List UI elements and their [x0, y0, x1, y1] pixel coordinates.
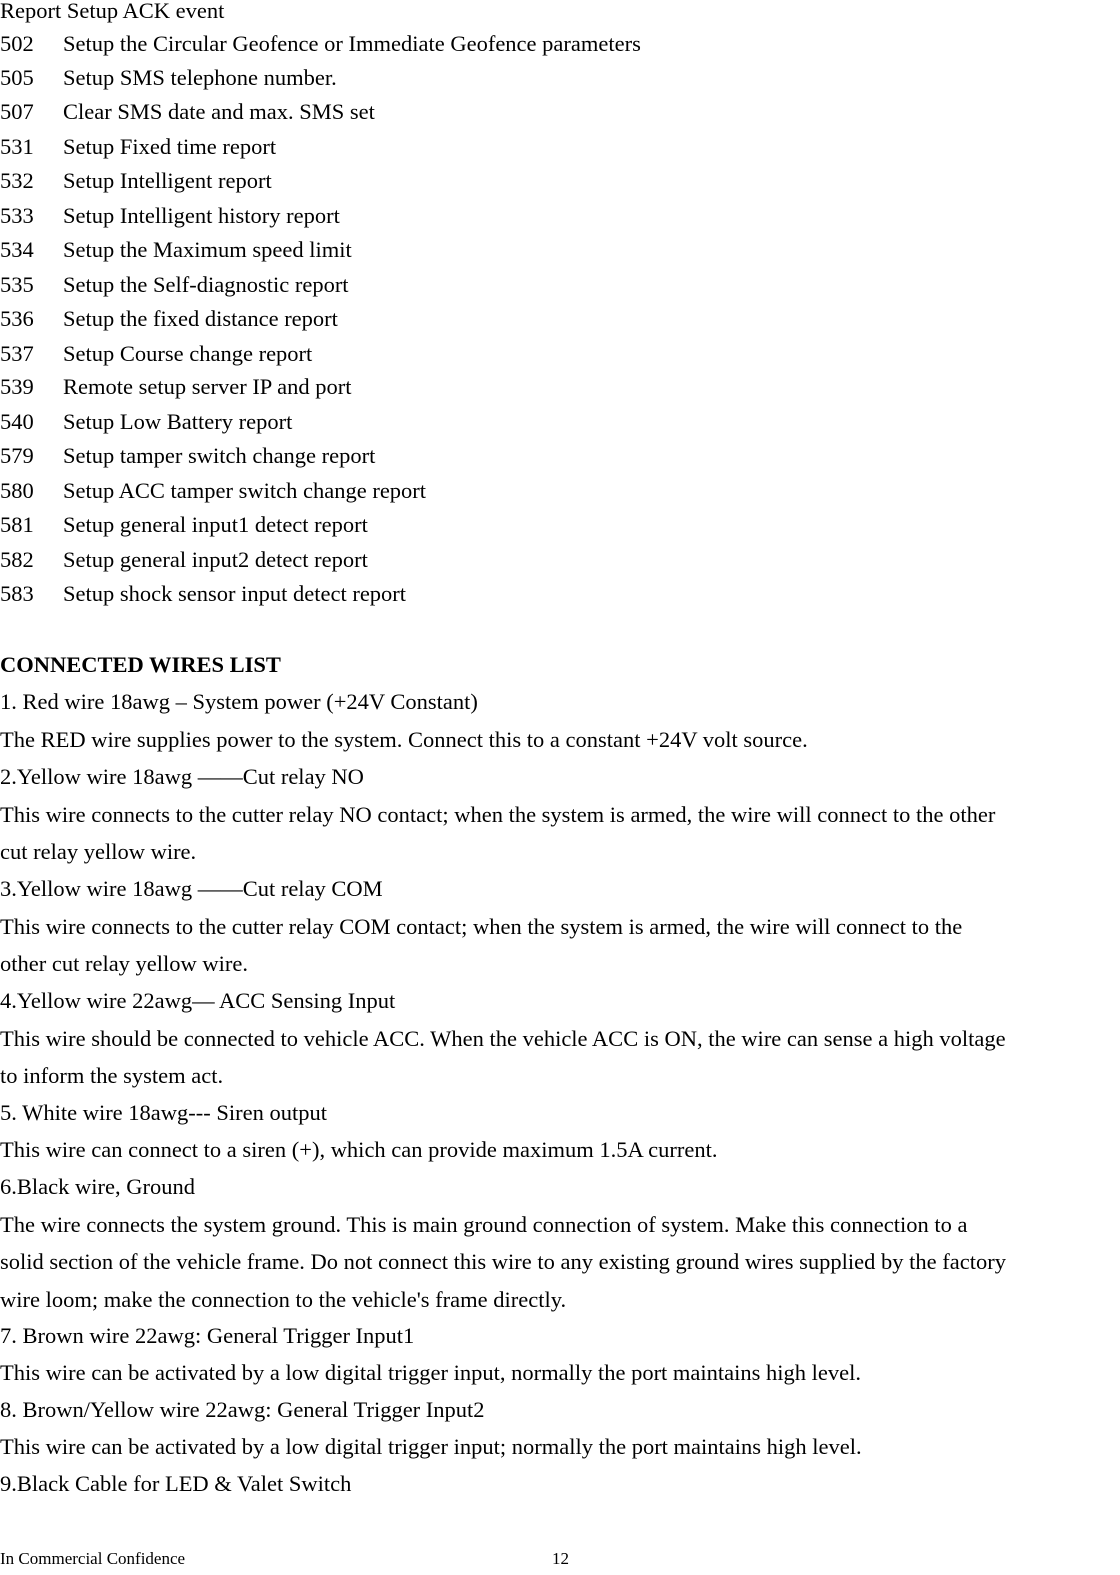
code-description: Setup Intelligent history report	[63, 203, 340, 228]
wire-item-description: This wire can be activated by a low digi…	[0, 1360, 862, 1385]
footer-confidentiality: In Commercial Confidence	[0, 1549, 186, 1568]
code-description: Setup shock sensor input detect report	[63, 581, 407, 606]
wire-item-description: This wire can connect to a siren (+), wh…	[0, 1137, 718, 1162]
code-number: 579	[0, 443, 34, 468]
wire-item-description: solid section of the vehicle frame. Do n…	[0, 1249, 1006, 1274]
wire-item-description: This wire should be connected to vehicle…	[0, 1026, 1006, 1051]
wire-item-description: cut relay yellow wire.	[0, 839, 197, 864]
code-description: Setup ACC tamper switch change report	[63, 478, 427, 503]
code-number: 531	[0, 134, 34, 159]
code-number: 502	[0, 31, 34, 56]
code-description: Setup the Maximum speed limit	[63, 237, 352, 262]
code-description: Setup Fixed time report	[63, 134, 277, 159]
section-intro-line: Report Setup ACK event	[0, 0, 225, 23]
code-number: 581	[0, 512, 34, 537]
section-heading: CONNECTED WIRES LIST	[0, 652, 281, 677]
wire-item-title: 7. Brown wire 22awg: General Trigger Inp…	[0, 1323, 415, 1348]
wire-item-description: other cut relay yellow wire.	[0, 951, 249, 976]
code-number: 534	[0, 237, 34, 262]
code-description: Setup the Self-diagnostic report	[63, 272, 349, 297]
wire-item-title: 4.Yellow wire 22awg— ACC Sensing Input	[0, 988, 396, 1013]
code-description: Remote setup server IP and port	[63, 374, 352, 399]
code-number: 507	[0, 99, 34, 124]
code-number: 505	[0, 65, 34, 90]
code-description: Setup the Circular Geofence or Immediate…	[63, 31, 641, 56]
wire-item-description: This wire connects to the cutter relay C…	[0, 914, 963, 939]
code-description: Setup tamper switch change report	[63, 443, 376, 468]
code-description: Clear SMS date and max. SMS set	[63, 99, 375, 124]
wire-item-title: 9.Black Cable for LED & Valet Switch	[0, 1471, 352, 1496]
code-description: Setup Low Battery report	[63, 409, 293, 434]
footer-page-number: 12	[552, 1549, 569, 1568]
wire-item-description: to inform the system act.	[0, 1063, 224, 1088]
code-number: 537	[0, 341, 34, 366]
wire-item-description: The wire connects the system ground. Thi…	[0, 1212, 968, 1237]
code-number: 533	[0, 203, 34, 228]
code-description: Setup general input2 detect report	[63, 547, 368, 572]
code-number: 582	[0, 547, 34, 572]
wire-item-description: wire loom; make the connection to the ve…	[0, 1287, 567, 1312]
wire-item-title: 5. White wire 18awg--- Siren output	[0, 1100, 328, 1125]
wire-item-description: The RED wire supplies power to the syste…	[0, 727, 808, 752]
code-description: Setup the fixed distance report	[63, 306, 338, 331]
code-description: Setup Course change report	[63, 341, 313, 366]
code-number: 540	[0, 409, 34, 434]
code-number: 580	[0, 478, 34, 503]
wire-item-title: 3.Yellow wire 18awg ——Cut relay COM	[0, 876, 383, 901]
code-number: 539	[0, 374, 34, 399]
wire-item-title: 6.Black wire, Ground	[0, 1174, 195, 1199]
wire-item-title: 1. Red wire 18awg – System power (+24V C…	[0, 689, 478, 714]
code-description: Setup SMS telephone number.	[63, 65, 337, 90]
wire-item-title: 2.Yellow wire 18awg ——Cut relay NO	[0, 764, 364, 789]
wire-item-title: 8. Brown/Yellow wire 22awg: General Trig…	[0, 1397, 485, 1422]
code-number: 536	[0, 306, 34, 331]
code-number: 535	[0, 272, 34, 297]
wire-item-description: This wire can be activated by a low digi…	[0, 1434, 862, 1459]
wire-item-description: This wire connects to the cutter relay N…	[0, 802, 996, 827]
code-number: 532	[0, 168, 34, 193]
document-page: Report Setup ACK event 502 Setup the Cir…	[0, 0, 1120, 1575]
code-description: Setup general input1 detect report	[63, 512, 368, 537]
code-description: Setup Intelligent report	[63, 168, 272, 193]
code-number: 583	[0, 581, 34, 606]
